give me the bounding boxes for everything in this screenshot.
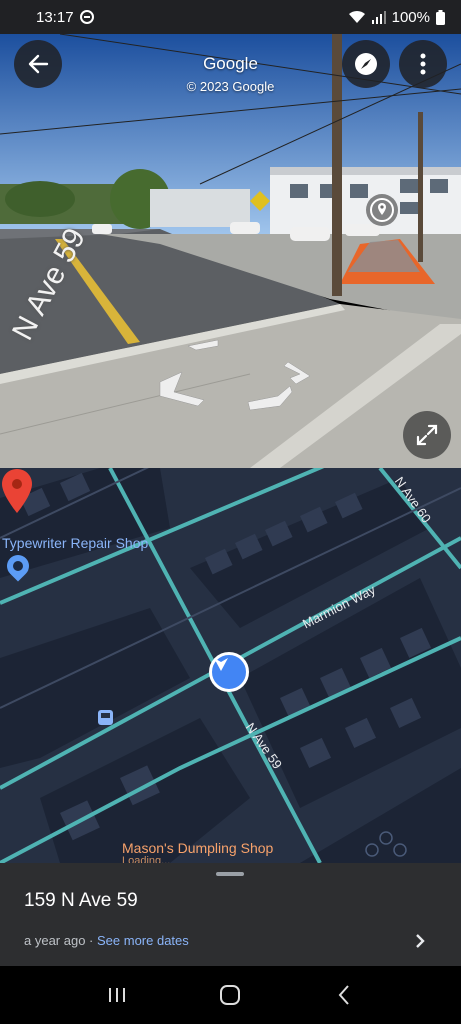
- status-bar: 13:17 100%: [0, 0, 461, 34]
- back-arrow-icon: [28, 54, 49, 74]
- status-time: 13:17: [36, 8, 74, 26]
- compass-button[interactable]: [342, 40, 390, 88]
- see-more-dates-link[interactable]: See more dates: [97, 933, 189, 948]
- image-age: a year ago: [24, 933, 86, 948]
- more-options-button[interactable]: [399, 40, 447, 88]
- navigation-arrows[interactable]: [150, 334, 320, 414]
- map-view[interactable]: Typewriter Repair Shop Marmion Way N Ave…: [0, 468, 461, 863]
- more-vert-icon: [420, 53, 426, 75]
- nav-arrow-left[interactable]: [159, 371, 205, 407]
- selected-location-pin-icon: [2, 469, 32, 513]
- drag-handle[interactable]: [216, 872, 244, 876]
- chevron-right-icon[interactable]: [414, 930, 426, 956]
- place-marker[interactable]: [366, 194, 398, 226]
- poi-masons-sublabel: Loading...: [122, 855, 171, 863]
- expand-button[interactable]: [403, 411, 451, 459]
- street-view-title: Google: [203, 54, 258, 73]
- bus-stop-icon[interactable]: [98, 710, 113, 725]
- recents-icon: [108, 988, 125, 1002]
- meta-separator: ·: [85, 933, 97, 948]
- current-location-dot[interactable]: [209, 652, 249, 692]
- direction-arrow-icon: [214, 658, 228, 671]
- system-navigation-bar: [0, 966, 461, 1024]
- home-button[interactable]: [210, 975, 250, 1015]
- wifi-icon: [348, 10, 365, 23]
- signal-icon: [371, 11, 386, 24]
- image-date-row[interactable]: a year ago · See more dates: [24, 933, 189, 948]
- bottom-sheet[interactable]: 159 N Ave 59 a year ago · See more dates: [0, 863, 461, 966]
- recents-button[interactable]: [97, 975, 137, 1015]
- battery-icon: [436, 9, 445, 25]
- back-button[interactable]: [14, 40, 62, 88]
- home-icon: [220, 985, 241, 1005]
- street-view-copyright: © 2023 Google: [186, 79, 275, 94]
- battery-percent: 100%: [391, 8, 430, 26]
- expand-icon: [416, 424, 438, 446]
- compass-icon: [355, 53, 377, 75]
- poi-typewriter-label[interactable]: Typewriter Repair Shop: [2, 535, 148, 551]
- do-not-disturb-icon: [79, 10, 94, 24]
- nav-arrow-right[interactable]: [283, 361, 311, 385]
- poi-masons-label[interactable]: Mason's Dumpling Shop: [122, 840, 273, 856]
- location-pin-icon: [370, 198, 394, 222]
- street-view-panorama[interactable]: Google © 2023 Google N Ave 59: [0, 34, 461, 468]
- nav-arrow-up[interactable]: [187, 339, 219, 351]
- nav-back-icon: [338, 985, 349, 1005]
- address-title: 159 N Ave 59: [24, 890, 138, 911]
- system-back-button[interactable]: [324, 975, 364, 1015]
- nav-arrow-down[interactable]: [247, 385, 293, 411]
